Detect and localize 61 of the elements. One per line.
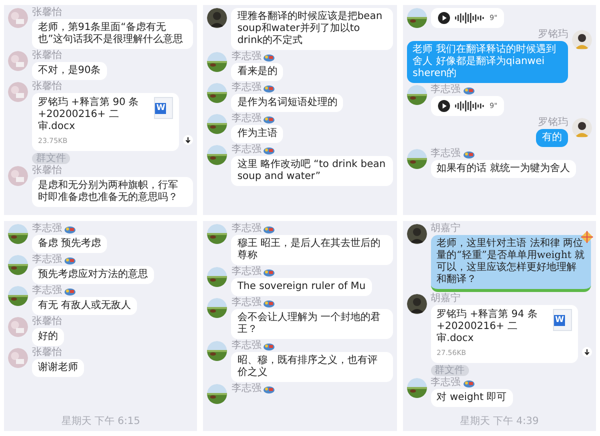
message-bubble: 备虑 预先考虑 xyxy=(32,235,108,253)
document-icon: W xyxy=(154,97,174,119)
sender-name: 李志强 xyxy=(231,83,262,93)
message-bubble: 会不会让人理解为 一个封地的君王？ xyxy=(231,309,393,339)
download-icon[interactable] xyxy=(582,347,592,357)
message-bubble: 不对，是90条 xyxy=(32,62,107,80)
sender-name: 李志强 xyxy=(231,114,262,124)
play-icon[interactable] xyxy=(438,12,450,24)
file-name: 罗铭玙 +释言第 90 条 +20200216+ 二审.docx xyxy=(38,97,140,133)
sender-name: 李志强 xyxy=(32,255,62,265)
message-bubble: 老师，第91条里面“备虑有无也”这句话我不是很理解什么意思 xyxy=(32,19,194,49)
message-bubble: 谢谢老师 xyxy=(32,359,84,377)
sender-name: 张馨怡 xyxy=(32,82,62,92)
message-bubble: 是虑和无分别为两种旗帜，行军时即准备虑也准备无的意思吗？ xyxy=(32,177,194,207)
timestamp: 星期天 下午 6:15 xyxy=(61,416,140,428)
message-bubble: 有的 xyxy=(536,129,568,147)
sender-name: 李志强 xyxy=(231,341,262,351)
sender-name: 罗铭玙 xyxy=(538,30,568,40)
sender-name: 李志强 xyxy=(32,286,62,296)
sender-name: 李志强 xyxy=(231,52,262,62)
message-bubble: 好的 xyxy=(32,328,64,346)
message-bubble: 老师，这里针对主语 法和律 两位量的“轻重”是否单单用weight 就可以，这里应该怎样更好地理解和翻译？ xyxy=(430,235,591,292)
sender-name: 罗铭玙 xyxy=(538,118,568,128)
sender-name: 李志强 xyxy=(430,378,461,388)
sender-name: 张馨怡 xyxy=(32,51,62,61)
message-bubble: 对 weight 即可 xyxy=(430,389,513,407)
play-icon[interactable] xyxy=(438,100,450,112)
sender-name: 李志强 xyxy=(231,145,262,155)
sender-name: 张馨怡 xyxy=(32,317,62,327)
sender-name: 李志强 xyxy=(430,85,461,95)
document-icon: W xyxy=(552,309,572,331)
message-bubble: 理雅各翻译的时候应该是把bean soup和water并列了加以to drink的不定式 xyxy=(231,8,393,50)
message-bubble: 穆王 昭王，是后人在其去世后的尊称 xyxy=(231,235,393,265)
sender-name: 张馨怡 xyxy=(32,166,62,176)
waveform-icon xyxy=(454,12,485,24)
sender-name: 张馨怡 xyxy=(32,8,62,18)
message-bubble: 如果有的话 就统一为犍为舍人 xyxy=(430,160,576,178)
sender-name: 李志强 xyxy=(231,384,262,394)
sender-name: 胡嘉宁 xyxy=(430,294,461,304)
message-bubble: 有无 有敌人或无敌人 xyxy=(32,297,138,315)
file-tag: 群文件 xyxy=(32,153,70,164)
sender-name: 李志强 xyxy=(32,224,62,234)
sender-name: 李志强 xyxy=(231,298,262,308)
timestamp: 星期天 下午 4:39 xyxy=(460,416,539,428)
waveform-icon xyxy=(454,100,485,112)
sender-name: 胡嘉宁 xyxy=(430,224,461,234)
sender-name: 李志强 xyxy=(231,267,262,277)
message-bubble: 老师 我们在翻译释诂的时候遇到舍人 好像都是翻译为qianwei sheren的 xyxy=(406,41,568,83)
message-bubble: The sovereign ruler of Mu xyxy=(231,278,372,296)
message-bubble: 预先考虑应对方法的意思 xyxy=(32,266,154,284)
message-bubble: 是作为名词短语处理的 xyxy=(231,94,344,112)
sender-name: 张馨怡 xyxy=(32,348,62,358)
sender-name: 李志强 xyxy=(430,149,461,159)
file-name: 罗铭玙 +释言第 94 条 +20200216+ 二审.docx xyxy=(436,309,538,345)
message-bubble: 看来是的 xyxy=(231,63,284,81)
message-bubble: 这里 略作改动吧 “to drink bean soup and water” xyxy=(231,156,393,186)
download-icon[interactable] xyxy=(183,135,194,145)
message-bubble: 作为主语 xyxy=(231,125,284,143)
message-bubble: 昭、穆，既有排序之义，也有评价之义 xyxy=(231,352,393,382)
sender-name: 李志强 xyxy=(231,224,262,234)
file-tag: 群文件 xyxy=(430,365,469,376)
